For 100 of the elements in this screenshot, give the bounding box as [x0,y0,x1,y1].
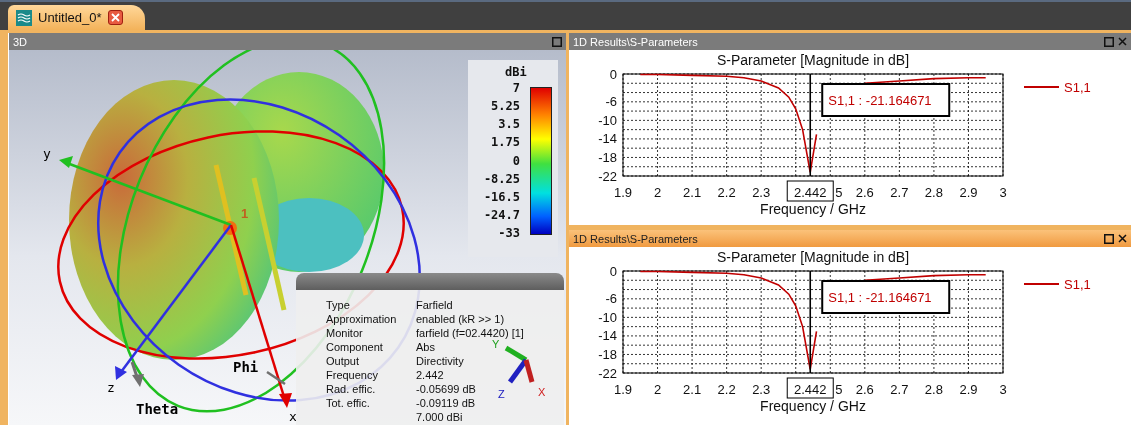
theta-arrow [130,361,144,387]
color-scale-tick: -16.5 [483,189,520,204]
y-tick-label: -18 [598,149,617,165]
theta-label: Theta [136,401,179,417]
x-tick-label: 2.8 [924,382,943,397]
x-tick-label: 2.3 [752,185,771,200]
color-scale-tick: -24.7 [483,207,520,222]
info-value: -0.05699 dB [416,383,476,397]
info-label: Output [326,355,360,369]
x-tick-label: 2.2 [717,382,736,397]
y-tick-label: -22 [598,168,617,184]
x-tick-label: 2.9 [959,382,978,397]
waves-icon [16,9,32,26]
port-label: 1 [241,206,249,221]
y-tick-label: -14 [598,328,617,344]
chart-title: S-Parameter [Magnitude in dB] [716,52,910,68]
document-tab[interactable]: Untitled_0* [8,5,145,30]
x-tick-label: 2.3 [752,382,771,397]
info-value: -0.09119 dB [416,397,476,411]
y-tick-label: -18 [598,346,617,362]
marker-readout-label: S1,1 : -21.164671 [821,280,951,314]
x-tick-label: 1.9 [613,382,633,397]
info-value: Directivity [416,355,464,369]
marker-readout-label: S1,1 : -21.164671 [821,83,951,117]
info-label: Rad. effic. [326,383,376,397]
x-tick-label: 2.1 [683,185,702,200]
color-scale-tick: 1.75 [491,135,520,150]
info-value: 2.442 [416,369,444,383]
x-tick-label: 2 [653,382,662,397]
maximize-icon[interactable] [1104,233,1114,244]
x-tick-label: 2.8 [924,185,943,200]
info-value: 7.000 dBi [416,411,463,425]
maximize-icon[interactable] [1104,36,1114,47]
panel-title: 1D Results\S-Parameters [573,232,698,245]
x-tick-label: 2.6 [855,185,874,200]
tab-label: Untitled_0* [38,10,102,25]
info-value: enabled (kR >> 1) [416,313,505,327]
x-axis-label: Frequency / GHz [760,398,866,414]
color-scale-tick: 3.5 [498,117,520,132]
x-tick-label: 2.9 [959,185,978,200]
x-tick-label: 2.2 [717,185,736,200]
x-tick-label: 2.6 [855,382,874,397]
info-label: Type [326,299,350,313]
legend-line [1023,86,1060,88]
close-icon[interactable] [1118,234,1127,243]
phi-label: Phi [233,359,259,375]
axis-triad-drawing: Y Z X [488,338,552,400]
info-value: Farfield [416,299,453,313]
x-tick-label: 2.1 [683,382,702,397]
info-value: farfield (f=02.4420) [1] [416,327,524,341]
color-scale-tick: 5.25 [491,99,520,114]
x-tick-label: 3 [999,382,1007,397]
leader-line [266,370,286,386]
x-tick-label: 2.7 [890,185,909,200]
legend-label: S1,1 [1064,277,1091,292]
maximize-icon[interactable] [552,36,562,47]
y-tick-label: 0 [609,66,617,82]
info-label: Approximation [326,313,397,327]
y-tick-label: -14 [598,131,617,147]
info-value: Abs [416,341,435,355]
annotation: S1,1 : -21.164671 [828,93,932,108]
ref-line-label: 2.442 [793,185,827,200]
legend-line [1023,283,1060,285]
marker-frequency-label: 2.442 [786,180,834,202]
y-tick-label: -22 [598,365,617,381]
y-tick-label: -6 [605,94,617,110]
marker-line[interactable] [809,73,812,177]
panel-title: 3D [13,35,28,48]
info-label: Monitor [326,327,363,341]
color-scale-tick: 7 [512,81,520,95]
chart-title: S-Parameter [Magnitude in dB] [716,249,910,265]
x-tick-label: 5 [835,382,843,397]
x-axis-label: x [289,409,297,424]
info-label: Component [326,341,383,355]
close-tab-button[interactable] [107,10,123,25]
marker-frequency-label: 2.442 [786,377,834,399]
panel-title: 1D Results\S-Parameters [573,35,698,48]
x-tick-label: 1.9 [613,185,633,200]
x-tick-label: 2 [653,185,662,200]
y-tick-label: 0 [609,263,617,279]
z-axis-label: z [107,380,115,395]
color-scale-unit: dBi [505,65,527,79]
close-icon[interactable] [1118,37,1127,46]
color-scale-tick: 0 [512,153,520,168]
ref-line-label: 2.442 [793,382,827,397]
y-tick-label: -10 [598,309,617,325]
annotation: S1,1 : -21.164671 [828,290,932,305]
color-scale-tick: -33 [498,226,520,240]
y-tick-label: -6 [605,291,617,307]
x-tick-label: 3 [999,185,1007,200]
x-tick-label: 5 [835,185,843,200]
y-axis-label: y [43,146,51,161]
x-tick-label: 2.7 [890,382,909,397]
info-label: Frequency [326,369,378,383]
x-axis-label: Frequency / GHz [760,201,866,217]
marker-line[interactable] [809,270,812,374]
info-label: Tot. effic. [326,397,370,411]
legend-label: S1,1 [1064,80,1091,95]
color-scale-tick: -8.25 [483,171,520,186]
y-tick-label: -10 [598,112,617,128]
